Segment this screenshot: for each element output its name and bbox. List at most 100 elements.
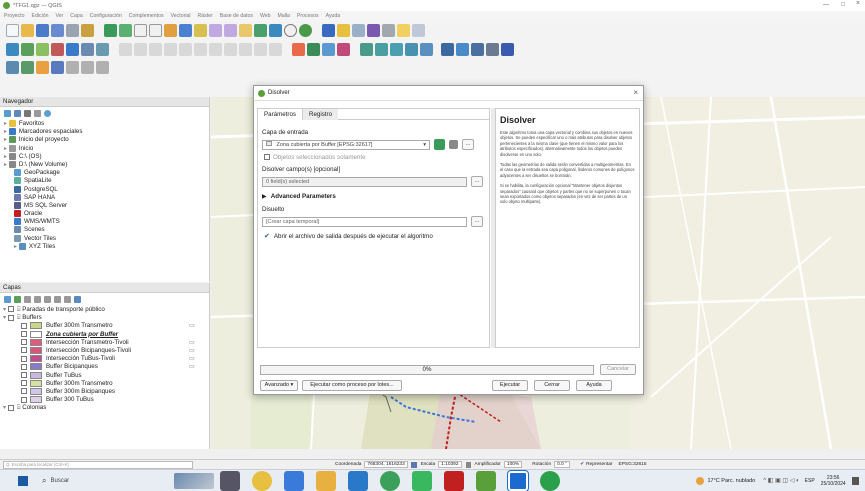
new-project-icon[interactable]	[6, 24, 19, 37]
qgis-taskbar-icon[interactable]	[476, 470, 497, 491]
zoom-native-icon[interactable]	[239, 24, 252, 37]
file-explorer-icon[interactable]	[316, 470, 337, 491]
layer-item-5[interactable]: Intersección Bicipanques-Tivoli ▭	[3, 346, 209, 355]
add-raster-icon[interactable]	[36, 43, 49, 56]
layer-item-6[interactable]: Intersección TuBus-Tivoli ▭	[3, 355, 209, 363]
clock[interactable]: 23:56 25/10/2024	[821, 475, 846, 487]
browser-item-4[interactable]: ▸ C:\ (OS)	[4, 152, 209, 161]
weather-text[interactable]: 17°C Parc. nublado	[707, 478, 755, 484]
zoom-out-icon[interactable]	[149, 24, 162, 37]
help-button[interactable]: Ayuda	[576, 379, 612, 391]
dialog-close-button[interactable]: ×	[633, 88, 638, 97]
zoom-full-icon[interactable]	[164, 24, 177, 37]
layer-visibility-checkbox[interactable]	[7, 306, 14, 313]
browser-item-2[interactable]: ▸ Inicio del proyecto	[4, 136, 209, 144]
layer-item-11[interactable]: Buffer 300 TuBus	[3, 396, 209, 404]
python-icon[interactable]	[441, 43, 454, 56]
magnifier-value[interactable]: 100%	[503, 461, 523, 468]
label-hide-icon[interactable]	[420, 43, 433, 56]
render-checkbox[interactable]: ✔	[580, 462, 584, 467]
layer-symbol-swatch[interactable]	[30, 355, 42, 363]
acrobat-icon[interactable]	[444, 470, 465, 491]
label-change-icon[interactable]	[390, 43, 403, 56]
menu-10[interactable]: Malla	[278, 13, 290, 19]
open-project-icon[interactable]	[21, 24, 34, 37]
digitize-icon[interactable]	[149, 43, 162, 56]
label-show-icon[interactable]	[322, 43, 335, 56]
zoom-selection-icon[interactable]	[194, 24, 207, 37]
copy-icon[interactable]	[224, 43, 237, 56]
undo-icon[interactable]	[254, 43, 267, 56]
output-field[interactable]: [Crear capa temporal]	[262, 216, 467, 227]
label-tool-icon[interactable]	[292, 43, 305, 56]
menu-4[interactable]: Configuración	[90, 13, 122, 19]
rotation-value[interactable]: 0.0 °	[554, 461, 571, 468]
field-calc-icon[interactable]	[66, 61, 79, 74]
style-manager-icon[interactable]	[81, 24, 94, 37]
layer-indicator-icon[interactable]: ▭	[189, 363, 195, 371]
refresh-icon[interactable]	[299, 24, 312, 37]
layer-symbol-swatch[interactable]	[30, 363, 42, 371]
diagram-icon[interactable]	[360, 43, 373, 56]
layer-item-12[interactable]: ▾ ⌸ Colonias	[3, 404, 209, 412]
zoom-in-icon[interactable]	[134, 24, 147, 37]
menu-0[interactable]: Proyecto	[4, 13, 24, 19]
plugin-blue-icon[interactable]	[501, 43, 514, 56]
layer-indicator-icon[interactable]: ▭	[189, 347, 195, 355]
select-expr-icon[interactable]	[36, 61, 49, 74]
browser-item-5[interactable]: ▸ D:\ (New Volume)	[4, 160, 209, 169]
taskbar-search[interactable]: Buscar	[50, 478, 130, 484]
input-layer-select[interactable]: Zona cubierta por Buffer [EPSG:32617] ▾	[262, 139, 430, 150]
menu-3[interactable]: Capa	[70, 13, 82, 19]
layer-symbol-swatch[interactable]	[30, 346, 42, 354]
browser-item-15[interactable]: ▸ XYZ Tiles	[4, 242, 209, 251]
layer-item-4[interactable]: Intersección Transmetro-Tivoli ▭	[3, 338, 209, 347]
new-map-view-icon[interactable]	[254, 24, 267, 37]
menu-9[interactable]: Web	[260, 13, 271, 19]
menu-5[interactable]: Complementos	[129, 13, 164, 19]
dissolve-field-input[interactable]: 0 field(s) selected	[262, 176, 467, 187]
add-vector-icon[interactable]	[21, 43, 34, 56]
label-move-icon[interactable]	[337, 43, 350, 56]
layer-visibility-checkbox[interactable]	[21, 331, 27, 338]
layer-item-0[interactable]: ▾ ⌸ Paradas de transporte público	[3, 306, 209, 314]
layer-visibility-checkbox[interactable]	[21, 355, 27, 362]
batch-process-button[interactable]: Ejecutar como proceso por lotes...	[302, 379, 402, 391]
statistics-icon[interactable]	[367, 24, 380, 37]
pan-icon[interactable]	[104, 24, 117, 37]
widgets-image-icon[interactable]	[174, 472, 215, 489]
maximize-button[interactable]: □	[841, 1, 845, 8]
deselect-icon[interactable]	[51, 61, 64, 74]
browser-item-0[interactable]: ▸ Favoritos	[4, 120, 209, 128]
tray-icons[interactable]: ^ ◧ ▣ ◫ ◁ ◐	[763, 477, 799, 484]
label-pin-icon[interactable]	[307, 43, 320, 56]
redo-icon[interactable]	[269, 43, 282, 56]
browser-item-14[interactable]: Vector Tiles	[4, 234, 209, 243]
browser-item-9[interactable]: SAP HANA	[4, 193, 209, 202]
layer-item-7[interactable]: Buffer Bicipanques ▭	[3, 363, 209, 371]
menu-1[interactable]: Edición	[31, 13, 48, 19]
spotify-icon[interactable]	[540, 470, 561, 491]
temporal-icon[interactable]	[284, 24, 297, 37]
layer-indicator-icon[interactable]: ▭	[189, 355, 195, 363]
delete-selected-icon[interactable]	[194, 43, 207, 56]
add-layer-browser-icon[interactable]	[14, 110, 21, 117]
graphic-modeler-icon[interactable]	[96, 61, 109, 74]
annotation-icon[interactable]	[397, 24, 410, 37]
zoom-next-icon[interactable]	[224, 24, 237, 37]
notifications-icon[interactable]	[851, 476, 859, 485]
layer-item-3[interactable]: Zona cubierta por Buffer	[3, 330, 209, 339]
expand-all-icon[interactable]	[54, 296, 61, 303]
dissolve-field-button[interactable]: …	[471, 176, 483, 187]
menu-2[interactable]: Ver	[56, 13, 64, 19]
layer-indicator-icon[interactable]: ▭	[189, 322, 195, 330]
browser-item-3[interactable]: ▸ Inicio	[4, 144, 209, 153]
add-feature-icon[interactable]	[164, 43, 177, 56]
lock-scale-icon[interactable]	[465, 461, 471, 468]
measure-icon[interactable]	[382, 24, 395, 37]
layer-indicator-icon[interactable]: ▭	[189, 339, 195, 347]
open-output-checkbox[interactable]: ✔	[264, 232, 270, 240]
save-as-icon[interactable]	[51, 24, 64, 37]
processing-icon[interactable]	[456, 43, 469, 56]
identify-icon[interactable]	[322, 24, 335, 37]
